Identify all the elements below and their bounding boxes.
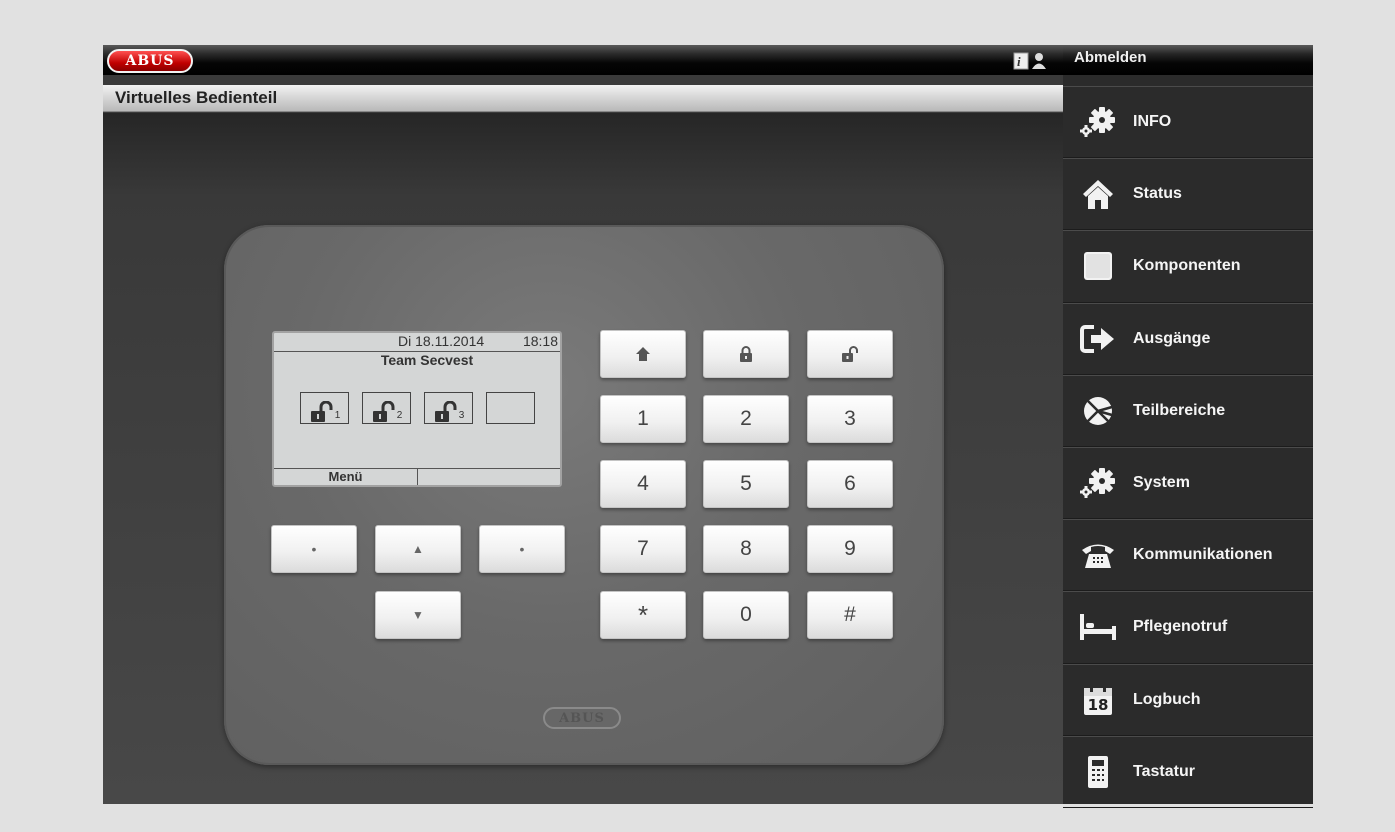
key-1-button[interactable]: 1 <box>600 395 686 443</box>
arm-button[interactable] <box>703 330 789 378</box>
calendar-day: 18 <box>1087 695 1109 714</box>
sidebar-item-pflegenotruf[interactable]: Pflegenotruf <box>1063 591 1313 664</box>
home-icon <box>636 347 650 361</box>
key-label: * <box>637 599 649 630</box>
nav-down-label: ▼ <box>412 608 424 622</box>
sidebar-item-kommunikationen[interactable]: Kommunikationen <box>1063 519 1313 592</box>
sidebar-item-status[interactable]: Status <box>1063 158 1313 231</box>
sidebar-item-label: Teilbereiche <box>1133 401 1226 419</box>
key-0-button[interactable]: 0 <box>703 591 789 639</box>
key-label: 8 <box>740 537 752 560</box>
lcd-date: Di 18.11.2014 <box>398 333 485 349</box>
lcd-softkey-bar: Menü <box>274 468 560 485</box>
app-window: ABUS i Virtuelles Bedienteil Di 18.11.20… <box>103 45 1313 808</box>
key-label: 7 <box>637 537 649 560</box>
remote-keypad-icon <box>1063 752 1133 792</box>
softkey-right-button[interactable]: • <box>479 525 565 573</box>
output-arrow-icon <box>1063 319 1133 359</box>
softkey-left-label: • <box>311 541 317 557</box>
key-6-button[interactable]: 6 <box>807 460 893 508</box>
nav-up-button[interactable]: ▲ <box>375 525 461 573</box>
svg-text:i: i <box>1017 54 1021 69</box>
house-icon <box>1063 174 1133 214</box>
calendar-icon: 18 <box>1063 680 1133 720</box>
unlocked-icon <box>310 401 333 422</box>
user-info-icon[interactable]: i <box>1013 50 1049 72</box>
key-label: 2 <box>740 407 752 430</box>
bed-icon <box>1063 607 1133 647</box>
gears-icon <box>1063 463 1133 503</box>
key-5-button[interactable]: 5 <box>703 460 789 508</box>
square-icon <box>1063 246 1133 286</box>
lcd-system-name: Team Secvest <box>380 352 474 368</box>
nav-down-button[interactable]: ▼ <box>375 591 461 639</box>
key-8-button[interactable]: 8 <box>703 525 789 573</box>
sidebar-item-label: Ausgänge <box>1133 329 1211 347</box>
unlocked-icon <box>372 401 395 422</box>
softkey-right-label: • <box>519 541 525 557</box>
sidebar-item-system[interactable]: System <box>1063 446 1313 520</box>
sidebar-item-label: Logbuch <box>1133 690 1201 708</box>
sidebar-item-teilbereiche[interactable]: Teilbereiche <box>1063 374 1313 447</box>
logout-link[interactable]: Abmelden <box>1063 45 1313 75</box>
sidebar-item-label: Komponenten <box>1133 257 1241 275</box>
gears-icon <box>1063 102 1133 142</box>
telephone-icon <box>1063 535 1133 575</box>
key-label: 9 <box>844 537 856 560</box>
key-label: 0 <box>740 603 752 626</box>
lcd-zone-2: 2 <box>362 392 411 424</box>
key-label: 1 <box>637 407 649 430</box>
keypad-device: Di 18.11.2014 18:18 Team Secvest 1 2 3 M… <box>224 225 944 765</box>
key-label: # <box>844 603 856 626</box>
key-4-button[interactable]: 4 <box>600 460 686 508</box>
page-title: Virtuelles Bedienteil <box>103 85 1063 112</box>
lcd-zone-number: 3 <box>458 410 465 421</box>
abus-logo: ABUS <box>107 49 193 73</box>
sidebar-item-label: Kommunikationen <box>1133 546 1273 564</box>
lcd-status-line: Di 18.11.2014 18:18 <box>274 333 560 352</box>
key-3-button[interactable]: 3 <box>807 395 893 443</box>
sidebar: Abmelden INFO Status Komponenten Ausgäng… <box>1063 45 1313 808</box>
sidebar-item-komponenten[interactable]: Komponenten <box>1063 230 1313 303</box>
lcd-zone-4 <box>486 392 535 424</box>
sidebar-item-info[interactable]: INFO <box>1063 86 1313 159</box>
home-button[interactable] <box>600 330 686 378</box>
key-label: 6 <box>844 472 856 495</box>
disarm-button[interactable] <box>807 330 893 378</box>
nav-up-label: ▲ <box>412 542 424 556</box>
lcd-time: 18:18 <box>522 333 558 349</box>
virtual-keypad-area: Di 18.11.2014 18:18 Team Secvest 1 2 3 M… <box>103 113 1063 804</box>
key-7-button[interactable]: 7 <box>600 525 686 573</box>
lcd-display: Di 18.11.2014 18:18 Team Secvest 1 2 3 M… <box>272 331 562 487</box>
sidebar-item-label: Tastatur <box>1133 762 1195 780</box>
sidebar-item-ausgaenge[interactable]: Ausgänge <box>1063 302 1313 375</box>
sidebar-item-label: System <box>1133 474 1190 492</box>
sidebar-item-logbuch[interactable]: 18 Logbuch <box>1063 663 1313 736</box>
device-brand-logo: ABUS <box>543 707 621 729</box>
lcd-zone-number: 2 <box>396 410 403 421</box>
key-2-button[interactable]: 2 <box>703 395 789 443</box>
key-label: 5 <box>740 472 752 495</box>
unlocked-icon <box>434 401 457 422</box>
key-label: 4 <box>637 472 649 495</box>
key-star-button[interactable]: * <box>600 591 686 639</box>
lcd-zone-3: 3 <box>424 392 473 424</box>
key-9-button[interactable]: 9 <box>807 525 893 573</box>
lcd-softkey-menu: Menü <box>274 469 418 485</box>
softkey-left-button[interactable]: • <box>271 525 357 573</box>
lcd-zone-number: 1 <box>334 410 341 421</box>
unlock-icon <box>842 345 858 362</box>
sidebar-item-label: Pflegenotruf <box>1133 618 1228 636</box>
sidebar-item-label: INFO <box>1133 113 1172 131</box>
partitions-icon <box>1063 391 1133 431</box>
key-label: 3 <box>844 407 856 430</box>
lcd-zone-1: 1 <box>300 392 349 424</box>
lock-icon <box>740 345 752 362</box>
sidebar-item-label: Status <box>1133 185 1182 203</box>
sidebar-nav: INFO Status Komponenten Ausgänge Teilber… <box>1063 86 1313 808</box>
top-bar: ABUS i <box>103 45 1063 75</box>
key-hash-button[interactable]: # <box>807 591 893 639</box>
sidebar-item-tastatur[interactable]: Tastatur <box>1063 735 1313 808</box>
